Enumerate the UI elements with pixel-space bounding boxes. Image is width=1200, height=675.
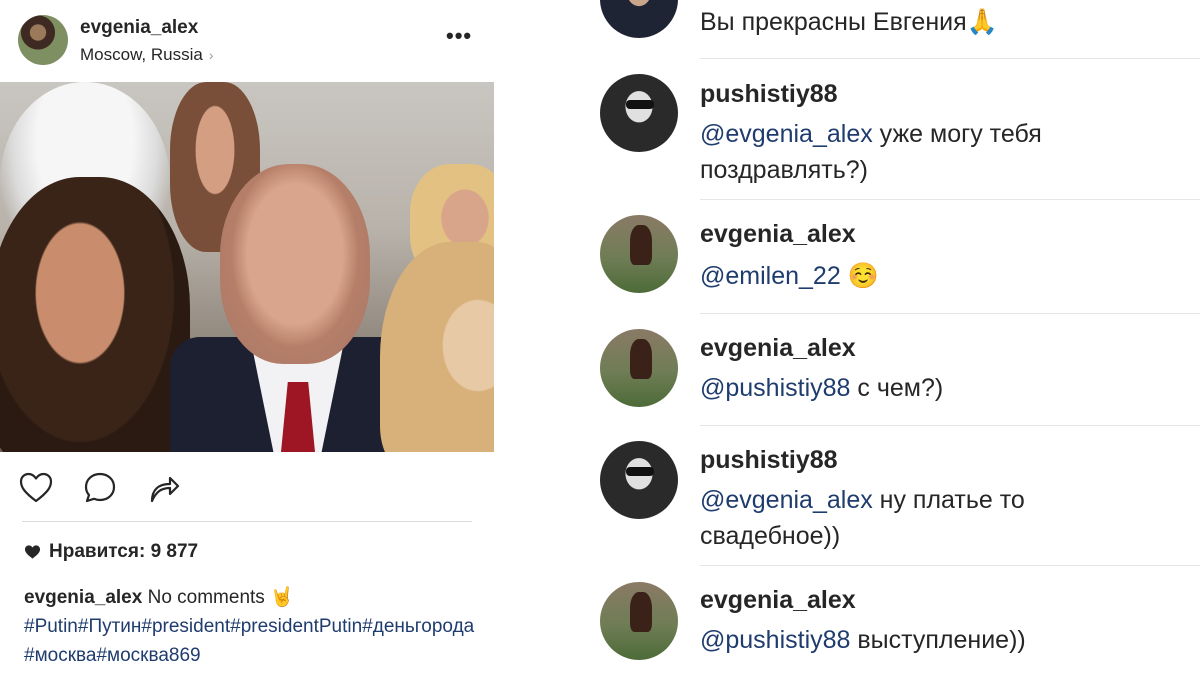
comment-more-icon[interactable]: ⋮	[1194, 446, 1200, 460]
post-divider	[22, 521, 472, 522]
man-suit-avatar[interactable]	[600, 0, 678, 38]
post-caption: evgenia_alex No comments 🤘 #Putin#Путин#…	[24, 583, 479, 670]
comment-text-body	[841, 262, 848, 290]
comment-text: @pushistiy88 выступление))	[700, 622, 1160, 658]
comment-more-icon[interactable]: ⋮	[1194, 220, 1200, 234]
evgenia-avatar[interactable]	[600, 215, 678, 293]
praying-hands-emoji-icon: 🙏	[966, 7, 998, 36]
comment-divider	[700, 565, 1200, 566]
comment-username[interactable]: evgenia_alex	[700, 220, 856, 249]
comment-divider	[700, 425, 1200, 426]
comment-username[interactable]: pushistiy88	[700, 446, 838, 475]
photo-person-center	[220, 164, 370, 364]
comment-username[interactable]: pushistiy88	[700, 80, 838, 109]
caption-text: No comments	[147, 587, 265, 608]
heart-filled-icon	[24, 545, 41, 559]
comment-text: @evgenia_alex ну платье то свадебное))	[700, 482, 1160, 554]
likes-label: Нравится: 9 877	[49, 541, 199, 562]
comment-text: Вы прекрасны Евгения🙏	[700, 4, 1160, 40]
comment-username[interactable]: evgenia_alex	[700, 586, 856, 615]
sunglasses-icon	[626, 467, 654, 476]
post-username[interactable]: evgenia_alex	[80, 17, 198, 39]
comment-divider	[700, 313, 1200, 314]
likes-count[interactable]: Нравится: 9 877	[24, 541, 198, 563]
evgenia-avatar[interactable]	[600, 582, 678, 660]
comment-text-body: Вы прекрасны Евгения	[700, 8, 967, 36]
comment-icon[interactable]	[82, 470, 118, 506]
comments-panel: Вы прекрасны Евгения🙏 pushistiy88 @evgen…	[560, 0, 1200, 675]
avatar-figure	[630, 339, 652, 379]
photo-person-right	[380, 242, 494, 452]
smiling-face-emoji-icon: ☺️	[847, 261, 879, 290]
post-location-label: Moscow, Russia	[80, 45, 203, 64]
comment-mention[interactable]: @pushistiy88	[700, 374, 850, 402]
post-actions	[18, 470, 182, 506]
chevron-right-icon: ›	[208, 47, 214, 63]
more-options-icon[interactable]: •••	[446, 25, 472, 47]
comment-mention[interactable]: @evgenia_alex	[700, 120, 873, 148]
post-panel: evgenia_alex Moscow, Russia › ••• Нравит…	[0, 0, 500, 675]
photo-person-left	[0, 177, 190, 452]
comment-mention[interactable]: @emilen_22	[700, 262, 841, 290]
avatar-figure	[630, 225, 652, 265]
post-author-avatar[interactable]	[18, 15, 68, 65]
comment-text-body: выступление))	[850, 626, 1026, 654]
evgenia-avatar[interactable]	[600, 329, 678, 407]
sunglasses-icon	[626, 100, 654, 109]
pushistiy88-avatar[interactable]	[600, 74, 678, 152]
comment-more-icon[interactable]: ⋮	[1194, 586, 1200, 600]
comment-text: @pushistiy88 с чем?)	[700, 370, 1160, 406]
share-icon[interactable]	[146, 470, 182, 506]
comment-text: @emilen_22 ☺️	[700, 258, 1160, 294]
heart-icon[interactable]	[18, 470, 54, 506]
comment-text: @evgenia_alex уже могу тебя поздравлять?…	[700, 116, 1160, 188]
avatar-figure	[630, 592, 652, 632]
post-photo[interactable]	[0, 82, 494, 452]
pushistiy88-avatar[interactable]	[600, 441, 678, 519]
comment-mention[interactable]: @pushistiy88	[700, 626, 850, 654]
comment-username[interactable]: evgenia_alex	[700, 334, 856, 363]
comment-more-icon[interactable]: ⋮	[1194, 334, 1200, 348]
caption-hashtags[interactable]: #Putin#Путин#president#presidentPutin#де…	[24, 612, 479, 670]
rock-hand-emoji-icon: 🤘	[270, 586, 294, 608]
comment-mention[interactable]: @evgenia_alex	[700, 486, 873, 514]
comment-divider	[700, 199, 1200, 200]
caption-username[interactable]: evgenia_alex	[24, 587, 142, 608]
comment-text-body: с чем?)	[850, 374, 944, 402]
comment-divider	[700, 58, 1200, 59]
post-location[interactable]: Moscow, Russia ›	[80, 45, 214, 65]
